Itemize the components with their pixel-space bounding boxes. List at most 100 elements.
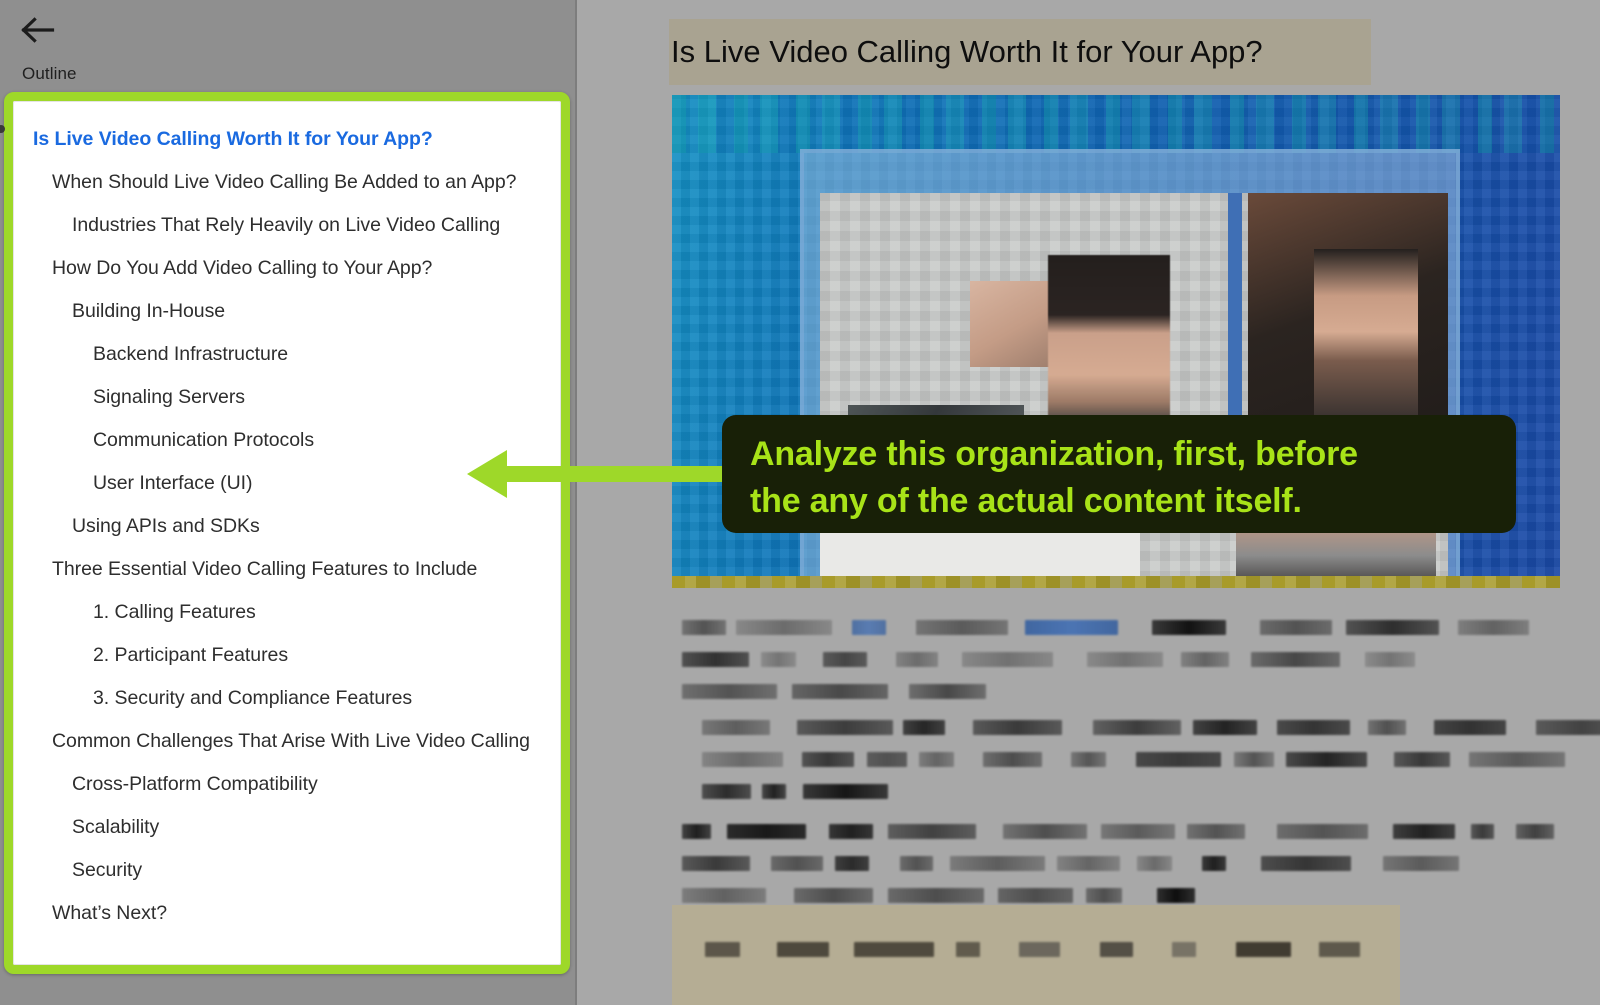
outline-item[interactable]: Is Live Video Calling Worth It for Your …: [13, 117, 561, 160]
blurred-word: [682, 620, 726, 635]
outline-card: Is Live Video Calling Worth It for Your …: [13, 101, 561, 965]
annotation-line-2: the any of the actual content itself.: [750, 482, 1302, 520]
outline-item[interactable]: Building In-House: [13, 289, 561, 332]
blurred-word: [1193, 720, 1257, 735]
blurred-word: [1393, 824, 1455, 839]
blurred-word: [1137, 856, 1172, 871]
blurred-link-word: [852, 620, 886, 635]
blurred-word: [1260, 620, 1332, 635]
back-button[interactable]: [16, 8, 60, 52]
outline-item[interactable]: Communication Protocols: [13, 418, 561, 461]
blurred-word: [854, 942, 934, 957]
blurred-word: [983, 752, 1042, 767]
blurred-word: [802, 752, 854, 767]
blurred-word: [682, 888, 766, 903]
blurred-word: [956, 942, 980, 957]
blurred-word: [682, 824, 711, 839]
blurred-word: [682, 684, 777, 699]
blurred-word: [762, 784, 786, 799]
blurred-word: [761, 652, 796, 667]
blurred-word: [1172, 942, 1196, 957]
annotation-arrow-shaft: [500, 466, 732, 482]
outline-item[interactable]: 2. Participant Features: [13, 633, 561, 676]
blurred-word: [823, 652, 867, 667]
hero-top-band: [672, 95, 1560, 153]
blurred-word: [867, 752, 907, 767]
outline-list[interactable]: Is Live Video Calling Worth It for Your …: [13, 101, 561, 952]
hero-participant-top-right: [1314, 249, 1418, 429]
blurred-word: [1181, 652, 1229, 667]
outline-item[interactable]: 1. Calling Features: [13, 590, 561, 633]
blurred-text-line: [682, 618, 1552, 637]
blurred-word: [950, 856, 1045, 871]
blurred-text-line: [702, 782, 902, 801]
outline-item[interactable]: Common Challenges That Arise With Live V…: [13, 719, 561, 762]
screenshot-root: Outline Is Live Video Calling Worth It f…: [0, 0, 1600, 1005]
outline-item[interactable]: How Do You Add Video Calling to Your App…: [13, 246, 561, 289]
outline-item[interactable]: Security: [13, 848, 561, 891]
blurred-word: [1093, 720, 1181, 735]
blurred-word: [900, 856, 933, 871]
outline-pane-label: Outline: [22, 64, 77, 83]
blurred-word: [1277, 720, 1350, 735]
blurred-word: [919, 752, 954, 767]
outline-item[interactable]: Cross-Platform Compatibility: [13, 762, 561, 805]
blurred-word: [702, 784, 751, 799]
blurred-word: [1003, 824, 1087, 839]
annotation-callout: Analyze this organization, first, before…: [722, 415, 1516, 533]
blurred-text-line: [702, 718, 1600, 737]
blurred-word: [1516, 824, 1554, 839]
hero-caption-highlight: [672, 576, 1560, 588]
blurred-word: [1277, 824, 1368, 839]
outline-item[interactable]: 3. Security and Compliance Features: [13, 676, 561, 719]
outline-item[interactable]: Backend Infrastructure: [13, 332, 561, 375]
blurred-word: [1346, 620, 1439, 635]
blurred-word: [1152, 620, 1226, 635]
blurred-word: [888, 824, 976, 839]
blurred-link-word: [1025, 620, 1118, 635]
blurred-word: [1458, 620, 1529, 635]
blurred-word: [1187, 824, 1245, 839]
blurred-paragraph: [682, 618, 1552, 714]
blurred-word: [1087, 652, 1163, 667]
outline-item[interactable]: Three Essential Video Calling Features t…: [13, 547, 561, 590]
blurred-word: [1086, 888, 1122, 903]
outline-item[interactable]: Scalability: [13, 805, 561, 848]
blurred-word: [682, 856, 750, 871]
blurred-word: [1471, 824, 1494, 839]
blurred-word: [1136, 752, 1221, 767]
back-arrow-icon: [21, 17, 55, 43]
blurred-word: [829, 824, 873, 839]
blurred-word: [1319, 942, 1360, 957]
outline-item[interactable]: When Should Live Video Calling Be Added …: [13, 160, 561, 203]
blurred-word: [896, 652, 938, 667]
outline-item[interactable]: Signaling Servers: [13, 375, 561, 418]
blurred-word: [736, 620, 832, 635]
blurred-word: [1469, 752, 1565, 767]
blurred-word: [903, 720, 945, 735]
outline-sidebar: Outline Is Live Video Calling Worth It f…: [0, 0, 575, 1005]
article-title: Is Live Video Calling Worth It for Your …: [669, 19, 1371, 85]
outline-item[interactable]: Using APIs and SDKs: [13, 504, 561, 547]
blurred-text-line: [705, 940, 1395, 959]
blurred-text-line: [682, 650, 1512, 669]
blurred-word: [792, 684, 888, 699]
blurred-word: [771, 856, 823, 871]
blurred-word: [1100, 942, 1133, 957]
blurred-word: [797, 720, 893, 735]
blurred-word: [1394, 752, 1450, 767]
outline-item[interactable]: What’s Next?: [13, 891, 561, 934]
hero-waving-hand: [970, 281, 1054, 367]
blurred-word: [1286, 752, 1367, 767]
outline-item[interactable]: Industries That Rely Heavily on Live Vid…: [13, 203, 561, 246]
blurred-word: [909, 684, 986, 699]
blurred-word: [916, 620, 1008, 635]
blurred-word: [1101, 824, 1175, 839]
blurred-paragraph: [682, 822, 1572, 918]
blurred-word: [1071, 752, 1106, 767]
blurred-word: [1536, 720, 1600, 735]
blurred-paragraph: [702, 718, 1600, 814]
blurred-word: [962, 652, 1053, 667]
blurred-word: [1383, 856, 1459, 871]
blurred-word: [705, 942, 740, 957]
